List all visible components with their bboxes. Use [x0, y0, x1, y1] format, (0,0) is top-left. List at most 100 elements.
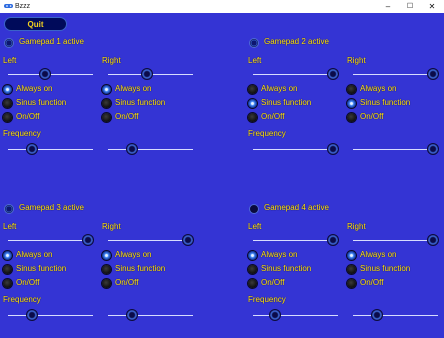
- gamepad-4-title: Gamepad 4 active: [264, 203, 329, 212]
- gamepad-2-left-frequency-slider[interactable]: [253, 144, 338, 154]
- gamepad-3-right-always-on-radio[interactable]: [102, 251, 111, 260]
- gamepad-2-title: Gamepad 2 active: [264, 37, 329, 46]
- gamepad-3-active-checkbox[interactable]: [4, 204, 14, 214]
- gamepad-2-right-label: Right: [347, 56, 366, 65]
- gamepad-2-left-intensity-slider-track: [253, 74, 338, 75]
- gamepad-4-right-frequency-slider-thumb[interactable]: [372, 310, 382, 320]
- gamepad-4-left-label: Left: [248, 222, 262, 231]
- gamepad-1-left-on-off-label: On/Off: [16, 112, 40, 121]
- quit-button[interactable]: Quit: [4, 17, 67, 31]
- gamepad-2-left-always-on-radio[interactable]: [248, 85, 257, 94]
- gamepad-3-right-intensity-slider-track: [108, 240, 193, 241]
- gamepad-4-left-sinus-function-radio[interactable]: [248, 265, 257, 274]
- gamepad-1-right-frequency-slider[interactable]: [108, 144, 193, 154]
- gamepad-1-right-always-on-radio[interactable]: [102, 85, 111, 94]
- gamepad-1-left-frequency-slider-track: [8, 149, 93, 150]
- gamepad-3-right-on-off-label: On/Off: [115, 278, 139, 287]
- gamepad-4-right-on-off-radio[interactable]: [347, 279, 356, 288]
- gamepad-4-right-label: Right: [347, 222, 366, 231]
- gamepad-4-right-always-on-label: Always on: [360, 250, 397, 259]
- gamepad-3-right-on-off-radio[interactable]: [102, 279, 111, 288]
- gamepad-1-active-checkbox[interactable]: [4, 38, 14, 48]
- gamepad-3-right-frequency-slider-track: [108, 315, 193, 316]
- gamepad-2-right-frequency-slider-track: [353, 149, 438, 150]
- gamepad-3-left-intensity-slider-thumb[interactable]: [83, 235, 93, 245]
- gamepad-3-left-on-off-radio[interactable]: [3, 279, 12, 288]
- gamepad-2-right-frequency-slider[interactable]: [353, 144, 438, 154]
- gamepad-4-right-intensity-slider-thumb[interactable]: [428, 235, 438, 245]
- gamepad-2-left-always-on-label: Always on: [261, 84, 298, 93]
- gamepad-2-right-on-off-radio[interactable]: [347, 113, 356, 122]
- gamepad-4-right-frequency-slider[interactable]: [353, 310, 438, 320]
- close-button[interactable]: ✕: [421, 0, 443, 13]
- client-area: [0, 13, 444, 338]
- gamepad-3-right-intensity-slider-thumb[interactable]: [183, 235, 193, 245]
- gamepad-2-right-intensity-slider[interactable]: [353, 69, 438, 79]
- gamepad-3-left-frequency-slider-thumb[interactable]: [27, 310, 37, 320]
- gamepad-2-left-intensity-slider-thumb[interactable]: [328, 69, 338, 79]
- gamepad-2-right-intensity-slider-thumb[interactable]: [428, 69, 438, 79]
- gamepad-2-frequency-label: Frequency: [248, 129, 286, 138]
- gamepad-2-left-frequency-slider-thumb[interactable]: [328, 144, 338, 154]
- gamepad-2-left-on-off-radio[interactable]: [248, 113, 257, 122]
- gamepad-1-left-intensity-slider[interactable]: [8, 69, 93, 79]
- gamepad-4-frequency-label: Frequency: [248, 295, 286, 304]
- gamepad-4-right-frequency-slider-track: [353, 315, 438, 316]
- gamepad-3-right-always-on-label: Always on: [115, 250, 152, 259]
- gamepad-4-left-intensity-slider[interactable]: [253, 235, 338, 245]
- gamepad-4-left-always-on-radio[interactable]: [248, 251, 257, 260]
- gamepad-2-right-sinus-function-radio[interactable]: [347, 99, 356, 108]
- minimize-button[interactable]: –: [377, 0, 399, 13]
- gamepad-1-right-on-off-label: On/Off: [115, 112, 139, 121]
- gamepad-2-left-sinus-function-label: Sinus function: [261, 98, 312, 107]
- gamepad-4-left-on-off-radio[interactable]: [248, 279, 257, 288]
- gamepad-4-left-frequency-slider[interactable]: [253, 310, 338, 320]
- gamepad-1-left-sinus-function-label: Sinus function: [16, 98, 67, 107]
- gamepad-icon: [4, 4, 13, 8]
- gamepad-1-right-on-off-radio[interactable]: [102, 113, 111, 122]
- gamepad-3-left-intensity-slider[interactable]: [8, 235, 93, 245]
- gamepad-2-right-frequency-slider-thumb[interactable]: [428, 144, 438, 154]
- gamepad-2-right-always-on-label: Always on: [360, 84, 397, 93]
- gamepad-1-right-intensity-slider[interactable]: [108, 69, 193, 79]
- gamepad-1-right-sinus-function-radio[interactable]: [102, 99, 111, 108]
- gamepad-1-left-intensity-slider-thumb[interactable]: [40, 69, 50, 79]
- gamepad-3-left-intensity-slider-track: [8, 240, 93, 241]
- gamepad-2-right-on-off-label: On/Off: [360, 112, 384, 121]
- maximize-button[interactable]: ☐: [399, 0, 421, 13]
- gamepad-3-right-sinus-function-label: Sinus function: [115, 264, 166, 273]
- gamepad-3-right-frequency-slider-thumb[interactable]: [127, 310, 137, 320]
- gamepad-3-title: Gamepad 3 active: [19, 203, 84, 212]
- gamepad-2-left-label: Left: [248, 56, 262, 65]
- gamepad-1-title: Gamepad 1 active: [19, 37, 84, 46]
- gamepad-3-right-intensity-slider[interactable]: [108, 235, 193, 245]
- gamepad-3-right-frequency-slider[interactable]: [108, 310, 193, 320]
- gamepad-3-left-label: Left: [3, 222, 17, 231]
- gamepad-4-right-intensity-slider[interactable]: [353, 235, 438, 245]
- gamepad-4-active-checkbox[interactable]: [249, 204, 259, 214]
- gamepad-3-right-sinus-function-radio[interactable]: [102, 265, 111, 274]
- gamepad-4-right-intensity-slider-track: [353, 240, 438, 241]
- gamepad-3-left-always-on-radio[interactable]: [3, 251, 12, 260]
- gamepad-1-left-label: Left: [3, 56, 17, 65]
- gamepad-1-left-always-on-radio[interactable]: [3, 85, 12, 94]
- gamepad-4-right-sinus-function-radio[interactable]: [347, 265, 356, 274]
- gamepad-1-right-intensity-slider-thumb[interactable]: [142, 69, 152, 79]
- gamepad-2-right-sinus-function-label: Sinus function: [360, 98, 411, 107]
- gamepad-3-left-sinus-function-radio[interactable]: [3, 265, 12, 274]
- gamepad-4-left-frequency-slider-thumb[interactable]: [270, 310, 280, 320]
- gamepad-2-right-intensity-slider-track: [353, 74, 438, 75]
- gamepad-1-right-frequency-slider-thumb[interactable]: [127, 144, 137, 154]
- gamepad-2-left-intensity-slider[interactable]: [253, 69, 338, 79]
- gamepad-1-left-frequency-slider[interactable]: [8, 144, 93, 154]
- gamepad-1-left-sinus-function-radio[interactable]: [3, 99, 12, 108]
- gamepad-2-right-always-on-radio[interactable]: [347, 85, 356, 94]
- gamepad-2-left-sinus-function-radio[interactable]: [248, 99, 257, 108]
- gamepad-4-left-intensity-slider-thumb[interactable]: [328, 235, 338, 245]
- gamepad-1-left-on-off-radio[interactable]: [3, 113, 12, 122]
- gamepad-4-right-always-on-radio[interactable]: [347, 251, 356, 260]
- gamepad-4-left-sinus-function-label: Sinus function: [261, 264, 312, 273]
- gamepad-3-left-frequency-slider[interactable]: [8, 310, 93, 320]
- gamepad-2-active-checkbox[interactable]: [249, 38, 259, 48]
- gamepad-1-left-frequency-slider-thumb[interactable]: [27, 144, 37, 154]
